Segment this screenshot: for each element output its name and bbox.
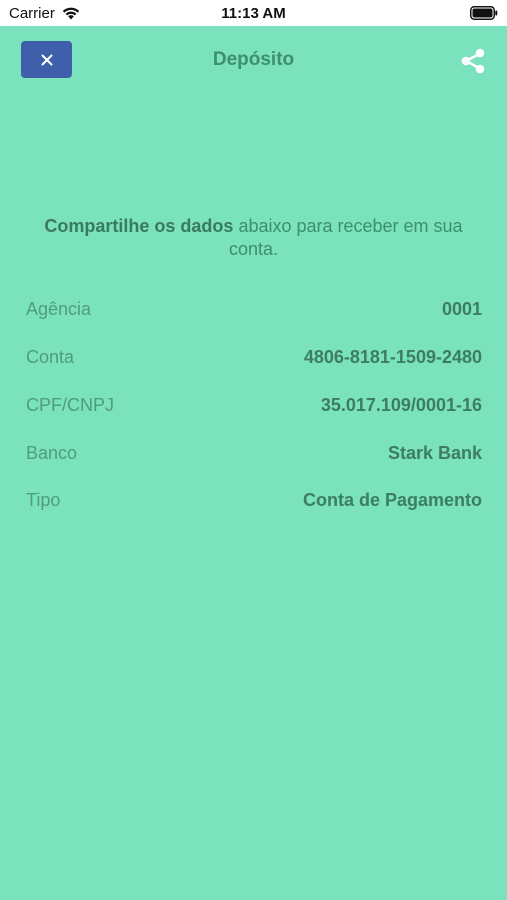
info-label: Banco — [26, 442, 78, 463]
intro-bold: Compartilhe os dados — [44, 216, 234, 236]
info-row-conta: Conta 4806-8181-1509-2480 — [26, 343, 482, 371]
info-label: CPF/CNPJ — [26, 394, 115, 415]
info-value: 4806-8181-1509-2480 — [303, 346, 482, 367]
info-value: 0001 — [441, 298, 482, 319]
info-row-cpf-cnpj: CPF/CNPJ 35.017.109/0001-16 — [26, 391, 482, 419]
info-value: 35.017.109/0001-16 — [320, 394, 482, 415]
page-title: Depósito — [212, 49, 295, 70]
status-time: 11:13 AM — [221, 5, 286, 22]
battery-icon — [470, 6, 498, 20]
info-label: Tipo — [26, 489, 61, 510]
status-bar: Carrier 11:13 AM — [0, 0, 507, 26]
info-label: Conta — [26, 346, 75, 367]
info-label: Agência — [26, 298, 92, 319]
info-row-agencia: Agência 0001 — [26, 295, 482, 323]
share-icon[interactable] — [459, 47, 487, 75]
info-value: Stark Bank — [387, 442, 482, 463]
intro-text: Compartilhe os dados abaixo para receber… — [30, 215, 477, 261]
intro-rest: abaixo para receber em sua conta. — [228, 216, 463, 259]
info-row-tipo: Tipo Conta de Pagamento — [26, 486, 482, 514]
info-row-banco: Banco Stark Bank — [26, 439, 482, 467]
info-value: Conta de Pagamento — [302, 489, 482, 510]
